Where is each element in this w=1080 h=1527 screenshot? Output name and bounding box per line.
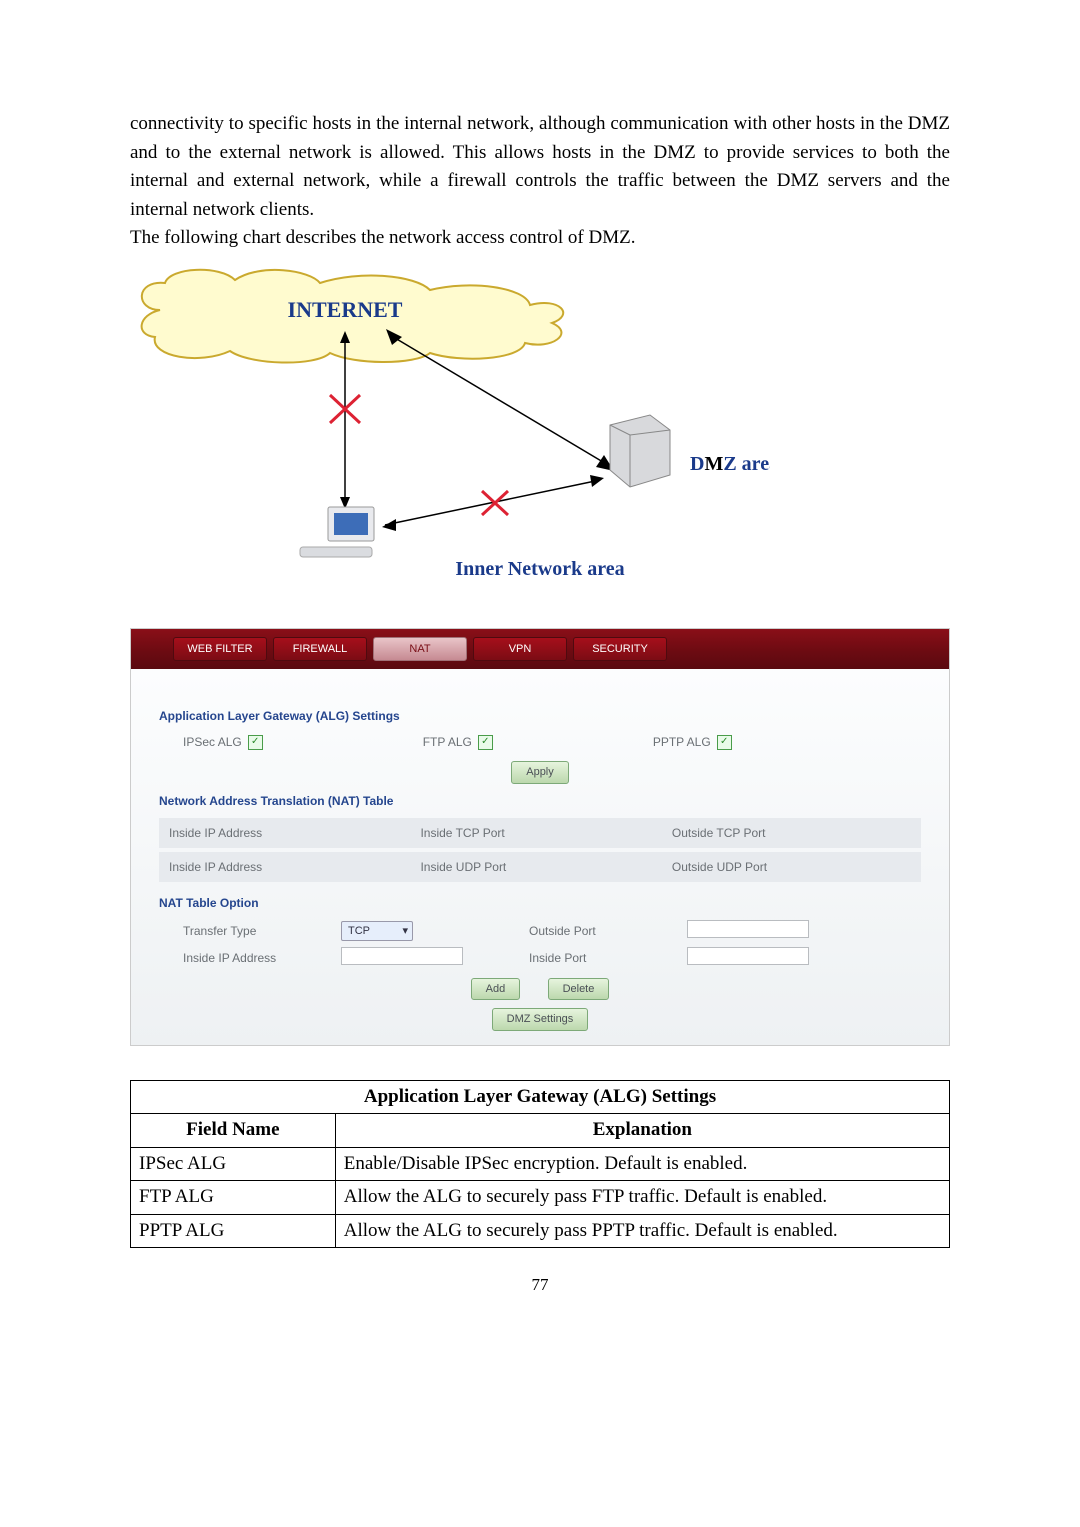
nat-cell: Outside TCP Port: [662, 818, 921, 848]
inside-port-input[interactable]: [687, 947, 809, 965]
nat-option-heading: NAT Table Option: [159, 894, 921, 912]
expl-field: FTP ALG: [131, 1181, 336, 1215]
intro-para-1: connectivity to specific hosts in the in…: [130, 110, 950, 224]
alg-explanation-table: Application Layer Gateway (ALG) Settings…: [130, 1080, 950, 1249]
cloud-label: INTERNET: [288, 297, 403, 322]
outside-port-input[interactable]: [687, 920, 809, 938]
nat-cell: Inside UDP Port: [410, 852, 661, 882]
delete-button[interactable]: Delete: [548, 978, 610, 1001]
expl-field: IPSec ALG: [131, 1147, 336, 1181]
tab-web-filter[interactable]: WEB FILTER: [173, 637, 267, 661]
nat-row-tcp: Inside IP Address Inside TCP Port Outsid…: [159, 818, 921, 848]
nat-table: Inside IP Address Inside TCP Port Outsid…: [159, 818, 921, 882]
alg-settings-heading: Application Layer Gateway (ALG) Settings: [159, 707, 921, 725]
intro-para-2: The following chart describes the networ…: [130, 224, 950, 253]
pptp-alg-checkbox[interactable]: ✓: [717, 735, 732, 750]
nat-table-heading: Network Address Translation (NAT) Table: [159, 792, 921, 810]
table-row: IPSec ALG Enable/Disable IPSec encryptio…: [131, 1147, 950, 1181]
inside-ip-label: Inside IP Address: [183, 949, 313, 967]
nat-cell: Outside UDP Port: [662, 852, 921, 882]
dmz-label: DMZ area: [690, 453, 770, 475]
dmz-diagram-svg: INTERNET: [130, 265, 770, 595]
ftp-alg-checkbox[interactable]: ✓: [478, 735, 493, 750]
expl-expl: Allow the ALG to securely pass PPTP traf…: [335, 1214, 949, 1248]
ipsec-alg-checkbox[interactable]: ✓: [248, 735, 263, 750]
nat-cell: Inside IP Address: [159, 852, 410, 882]
dmz-settings-button[interactable]: DMZ Settings: [492, 1008, 589, 1031]
apply-button[interactable]: Apply: [511, 761, 569, 784]
tab-firewall[interactable]: FIREWALL: [273, 637, 367, 661]
transfer-type-value: TCP: [348, 923, 370, 940]
block-x2-icon: [482, 491, 508, 515]
document-page: connectivity to specific hosts in the in…: [0, 0, 1080, 1527]
ftp-alg-label: FTP ALG: [423, 733, 472, 751]
expl-col-expl: Explanation: [335, 1114, 949, 1148]
alg-row: IPSec ALG ✓ FTP ALG ✓ PPTP ALG ✓: [159, 733, 921, 751]
pc-icon: [300, 507, 374, 557]
server-icon: [610, 415, 670, 487]
expl-expl: Enable/Disable IPSec encryption. Default…: [335, 1147, 949, 1181]
intro-paragraphs: connectivity to specific hosts in the in…: [130, 110, 950, 253]
inside-port-label: Inside Port: [529, 949, 659, 967]
dmz-diagram: INTERNET: [130, 265, 950, 605]
inner-network-label: Inner Network area: [455, 558, 624, 580]
expl-col-field: Field Name: [131, 1114, 336, 1148]
tab-nat[interactable]: NAT: [373, 637, 467, 661]
add-button[interactable]: Add: [471, 978, 521, 1001]
transfer-type-label: Transfer Type: [183, 922, 313, 940]
expl-expl: Allow the ALG to securely pass FTP traff…: [335, 1181, 949, 1215]
ipsec-alg-label: IPSec ALG: [183, 733, 242, 751]
nat-cell: Inside TCP Port: [410, 818, 661, 848]
expl-title: Application Layer Gateway (ALG) Settings: [131, 1080, 950, 1114]
router-tabs: WEB FILTER FIREWALL NAT VPN SECURITY: [131, 629, 949, 669]
router-admin-screenshot: WEB FILTER FIREWALL NAT VPN SECURITY App…: [130, 628, 950, 1046]
page-number: 77: [130, 1272, 950, 1298]
router-body: Application Layer Gateway (ALG) Settings…: [131, 669, 949, 1045]
nat-cell: Inside IP Address: [159, 818, 410, 848]
transfer-type-select[interactable]: TCP ▾: [341, 921, 413, 941]
nat-row-udp: Inside IP Address Inside UDP Port Outsid…: [159, 852, 921, 882]
table-row: PPTP ALG Allow the ALG to securely pass …: [131, 1214, 950, 1248]
outside-port-label: Outside Port: [529, 922, 659, 940]
pptp-alg-label: PPTP ALG: [653, 733, 711, 751]
nat-option-grid: Transfer Type TCP ▾ Outside Port Inside …: [159, 920, 921, 970]
tab-vpn[interactable]: VPN: [473, 637, 567, 661]
tab-security[interactable]: SECURITY: [573, 637, 667, 661]
chevron-down-icon: ▾: [402, 923, 408, 940]
expl-field: PPTP ALG: [131, 1214, 336, 1248]
table-row: FTP ALG Allow the ALG to securely pass F…: [131, 1181, 950, 1215]
inside-ip-input[interactable]: [341, 947, 463, 965]
